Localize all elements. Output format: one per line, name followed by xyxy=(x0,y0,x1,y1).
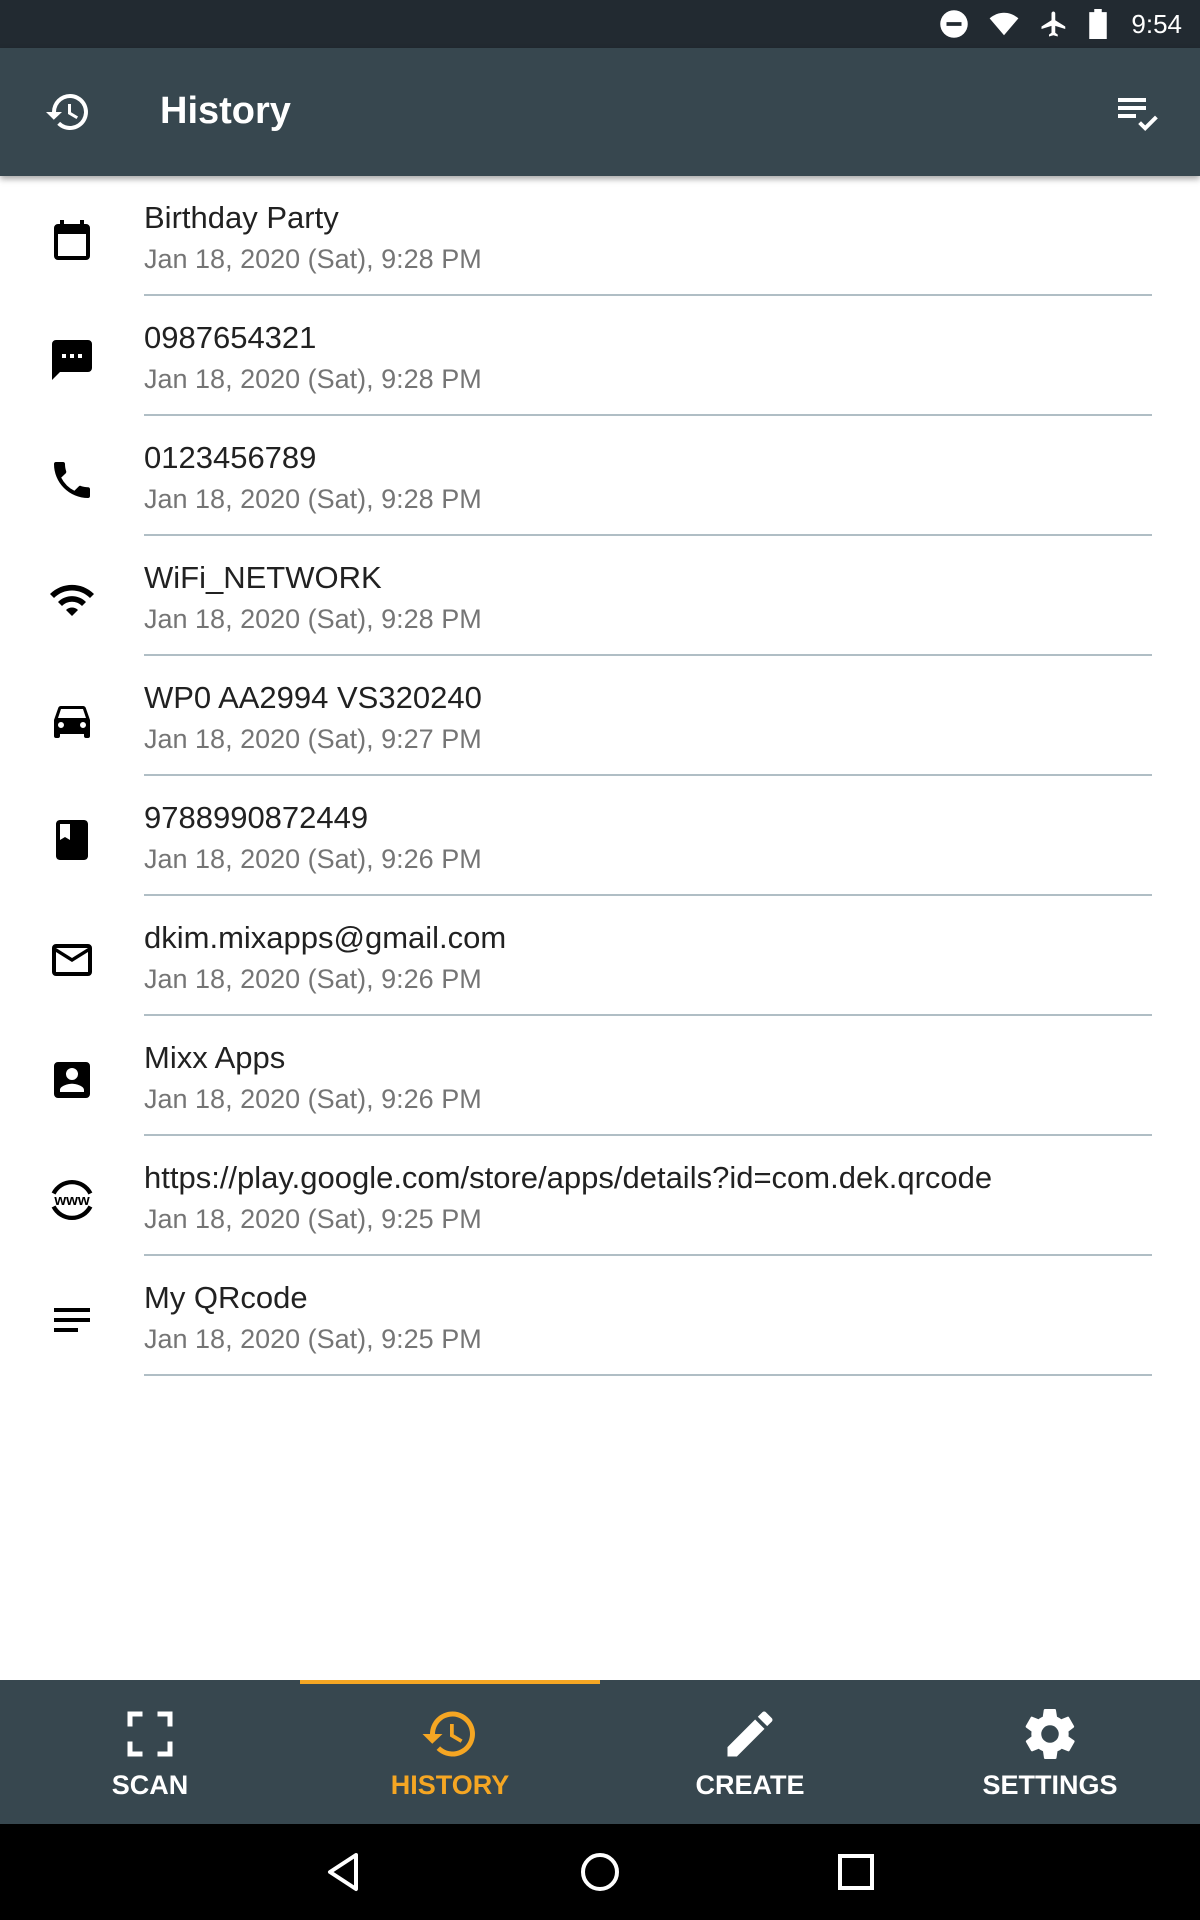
item-date: Jan 18, 2020 (Sat), 9:28 PM xyxy=(144,244,482,274)
list-item[interactable]: WP0 AA2994 VS320240 Jan 18, 2020 (Sat), … xyxy=(0,656,1200,776)
svg-text:www: www xyxy=(53,1192,90,1209)
item-date: Jan 18, 2020 (Sat), 9:25 PM xyxy=(144,1324,482,1354)
item-date: Jan 18, 2020 (Sat), 9:28 PM xyxy=(144,364,482,394)
item-date: Jan 18, 2020 (Sat), 9:25 PM xyxy=(144,1204,482,1234)
contact-icon xyxy=(44,1052,100,1108)
history-list: Birthday Party Jan 18, 2020 (Sat), 9:28 … xyxy=(0,176,1200,1376)
list-item[interactable]: Mixx Apps Jan 18, 2020 (Sat), 9:26 PM xyxy=(0,1016,1200,1136)
www-icon: www xyxy=(44,1172,100,1228)
list-item[interactable]: 9788990872449 Jan 18, 2020 (Sat), 9:26 P… xyxy=(0,776,1200,896)
select-all-icon[interactable] xyxy=(1114,88,1162,136)
tab-scan[interactable]: SCAN xyxy=(0,1680,300,1824)
item-date: Jan 18, 2020 (Sat), 9:28 PM xyxy=(144,484,482,514)
tab-settings[interactable]: SETTINGS xyxy=(900,1680,1200,1824)
wifi-icon xyxy=(44,572,100,628)
email-icon xyxy=(44,932,100,988)
tab-label: CREATE xyxy=(695,1770,805,1800)
list-item[interactable]: 0987654321 Jan 18, 2020 (Sat), 9:28 PM xyxy=(0,296,1200,416)
item-title: My QRcode xyxy=(144,1280,308,1315)
back-icon[interactable] xyxy=(320,1848,368,1896)
scan-icon xyxy=(127,1711,173,1757)
tab-create[interactable]: CREATE xyxy=(600,1680,900,1824)
book-icon xyxy=(44,812,100,868)
car-icon xyxy=(44,692,100,748)
sms-icon xyxy=(44,332,100,388)
battery-icon xyxy=(1089,9,1108,39)
page-title: History xyxy=(160,90,291,132)
status-time: 9:54 xyxy=(1131,8,1182,39)
item-title: Mixx Apps xyxy=(144,1040,286,1075)
history-icon xyxy=(422,1711,475,1757)
item-date: Jan 18, 2020 (Sat), 9:28 PM xyxy=(144,604,482,634)
bottom-nav: SCAN HISTORY CREATE SETTINGS xyxy=(0,1680,1200,1824)
item-date: Jan 18, 2020 (Sat), 9:27 PM xyxy=(144,724,482,754)
home-icon[interactable] xyxy=(576,1848,624,1896)
active-tab-indicator xyxy=(300,1680,600,1684)
list-item[interactable]: dkim.mixapps@gmail.com Jan 18, 2020 (Sat… xyxy=(0,896,1200,1016)
recents-icon[interactable] xyxy=(832,1848,880,1896)
item-date: Jan 18, 2020 (Sat), 9:26 PM xyxy=(144,964,482,994)
calendar-icon xyxy=(44,212,100,268)
phone-icon xyxy=(44,452,100,508)
item-title: 0987654321 xyxy=(144,320,317,355)
tab-label: SCAN xyxy=(111,1770,189,1800)
list-item[interactable]: WiFi_NETWORK Jan 18, 2020 (Sat), 9:28 PM xyxy=(0,536,1200,656)
wifi-icon xyxy=(990,12,1019,36)
tab-label: SETTINGS xyxy=(982,1770,1118,1800)
list-item[interactable]: My QRcode Jan 18, 2020 (Sat), 9:25 PM xyxy=(0,1256,1200,1376)
tab-label: HISTORY xyxy=(390,1770,510,1800)
item-title: 0123456789 xyxy=(144,440,317,475)
system-nav-bar xyxy=(0,1824,1200,1920)
gear-icon xyxy=(1025,1708,1075,1759)
list-item[interactable]: 0123456789 Jan 18, 2020 (Sat), 9:28 PM xyxy=(0,416,1200,536)
list-item[interactable]: www https://play.google.com/store/apps/d… xyxy=(0,1136,1200,1256)
item-title: WP0 AA2994 VS320240 xyxy=(144,680,482,715)
airplane-icon xyxy=(1041,11,1066,37)
status-bar: 9:54 xyxy=(0,0,1200,48)
item-title: Birthday Party xyxy=(144,200,339,235)
pencil-icon xyxy=(727,1711,773,1757)
history-icon[interactable] xyxy=(44,88,92,136)
divider xyxy=(144,1374,1152,1376)
item-title: dkim.mixapps@gmail.com xyxy=(144,920,507,955)
item-title: WiFi_NETWORK xyxy=(144,560,382,595)
list-item[interactable]: Birthday Party Jan 18, 2020 (Sat), 9:28 … xyxy=(0,176,1200,296)
item-title: https://play.google.com/store/apps/detai… xyxy=(144,1160,993,1195)
app-bar: History xyxy=(0,48,1200,176)
text-icon xyxy=(44,1292,100,1348)
item-title: 9788990872449 xyxy=(144,800,369,835)
tab-history[interactable]: HISTORY xyxy=(300,1680,600,1824)
item-date: Jan 18, 2020 (Sat), 9:26 PM xyxy=(144,844,482,874)
item-date: Jan 18, 2020 (Sat), 9:26 PM xyxy=(144,1084,482,1114)
do-not-disturb-icon xyxy=(940,10,969,38)
